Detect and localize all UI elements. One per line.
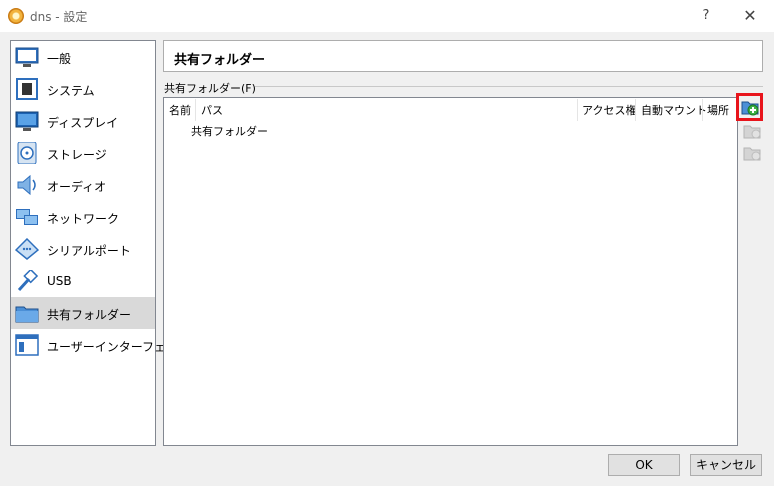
sidebar-item-usb[interactable]: USB (11, 265, 155, 297)
sidebar-item-serial-port[interactable]: シリアルポート (11, 233, 155, 265)
sidebar-item-label: ネットワーク (47, 212, 120, 226)
group-divider (255, 86, 763, 87)
page-title: 共有フォルダー (174, 53, 266, 68)
column-header-path[interactable]: パス (201, 102, 223, 118)
shared-folders-group-label: 共有フォルダー(F) (164, 82, 256, 95)
cancel-button[interactable]: キャンセル (690, 454, 762, 476)
sidebar-item-network[interactable]: ネットワーク (11, 201, 155, 233)
sidebar-item-label: ディスプレイ (47, 116, 119, 130)
sidebar-item-label: シリアルポート (47, 244, 131, 258)
sidebar-item-label: オーディオ (47, 180, 107, 194)
user-interface-icon (15, 334, 39, 356)
sidebar-item-system[interactable]: システム (11, 73, 155, 105)
display-icon (15, 111, 39, 131)
table-row[interactable]: 共有フォルダー (191, 123, 268, 139)
serial-port-icon (15, 238, 39, 260)
storage-icon (17, 142, 37, 164)
window-title: dns - 設定 (30, 10, 88, 24)
audio-icon (17, 174, 36, 196)
column-header-name[interactable]: 名前 (169, 102, 191, 118)
column-header-access[interactable]: アクセス権 (582, 102, 636, 118)
settings-sidebar: 一般 システム ディスプレイ ストレージ オーディオ ネットワーク シリアルポー… (10, 40, 189, 446)
shared-folder-icon (15, 306, 39, 323)
sidebar-item-storage[interactable]: ストレージ (11, 137, 155, 169)
general-icon (15, 47, 39, 67)
remove-shared-folder-icon[interactable] (743, 144, 761, 162)
column-separator (577, 99, 578, 121)
title-bar: dns - 設定 ? ✕ (0, 0, 774, 32)
ok-button[interactable]: OK (608, 454, 680, 476)
sidebar-item-label: USB (47, 274, 72, 288)
network-icon (16, 209, 38, 225)
sidebar-item-general[interactable]: 一般 (11, 41, 155, 73)
column-separator (195, 99, 196, 121)
sidebar-item-label: 共有フォルダー (47, 308, 132, 322)
edit-shared-folder-icon[interactable] (743, 122, 761, 140)
close-button[interactable]: ✕ (736, 4, 764, 28)
sidebar-item-audio[interactable]: オーディオ (11, 169, 155, 201)
sidebar-item-shared-folders[interactable]: 共有フォルダー (11, 297, 155, 329)
virtualbox-app-icon (8, 8, 24, 24)
column-separator (635, 99, 636, 121)
sidebar-item-label: 一般 (47, 52, 72, 66)
sidebar-item-user-interface[interactable]: ユーザーインターフェース (11, 329, 189, 361)
column-separator (702, 99, 703, 121)
help-button[interactable]: ? (692, 4, 720, 28)
highlight-frame (736, 93, 763, 121)
sidebar-item-display[interactable]: ディスプレイ (11, 105, 155, 137)
column-header-auto-mount[interactable]: 自動マウント (641, 102, 707, 118)
usb-icon (17, 270, 39, 292)
system-icon (16, 78, 38, 100)
sidebar-item-label: ストレージ (47, 148, 107, 162)
shared-folders-table[interactable]: 名前 パス アクセス権 自動マウント 場所 共有フォルダー (163, 97, 738, 446)
column-header-location[interactable]: 場所 (707, 102, 729, 118)
sidebar-item-label: システム (47, 84, 95, 98)
page-header: 共有フォルダー (163, 40, 763, 72)
